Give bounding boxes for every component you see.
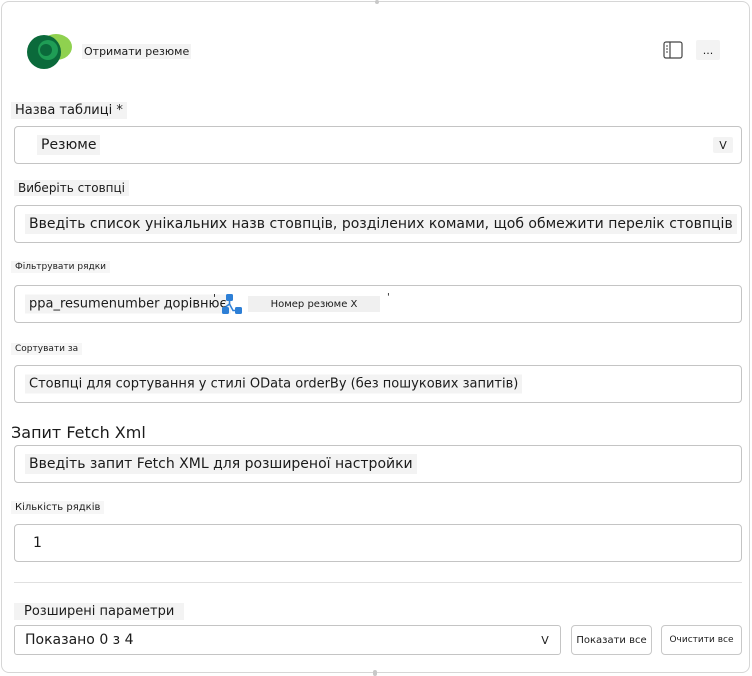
quote-open: ' [213,292,217,305]
advanced-params-label: Розширені параметри [14,603,185,620]
row-count-label: Кількість рядків [11,501,105,514]
table-name-select[interactable]: Резюме V [14,126,742,164]
filter-rows-input[interactable]: ppa_resumenumber дорівнює ' Номер резюме… [14,285,742,323]
sort-by-placeholder: Стовпці для сортування у стилі OData ord… [25,374,523,394]
fetch-xml-input[interactable]: Введіть запит Fetch XML для розширеної н… [14,445,742,483]
action-card: Отримати резюме ... Назва таблиці * Резю… [1,0,750,673]
panel-toggle-icon[interactable] [662,40,684,60]
dynamic-token-resume-number[interactable]: Номер резюме X [248,296,380,312]
top-connector [375,0,379,4]
fetch-xml-placeholder: Введіть запит Fetch XML для розширеної н… [25,454,417,474]
chevron-down-icon[interactable]: V [537,632,553,648]
dataverse-logo-icon [27,34,72,69]
bottom-connector [373,670,377,676]
filter-rows-label: Фільтрувати рядки [11,261,110,273]
sort-by-label: Сортувати за [11,343,83,355]
chevron-down-icon[interactable]: V [713,137,733,153]
select-columns-label: Виберіть стовпці [14,180,129,196]
dataverse-token-icon [222,294,242,314]
more-options-button[interactable]: ... [696,40,720,60]
sort-by-input[interactable]: Стовпці для сортування у стилі OData ord… [14,365,742,403]
divider [14,582,742,583]
advanced-shown-count: Показано 0 з 4 [25,632,134,648]
table-name-label: Назва таблиці * [11,102,127,119]
show-all-button[interactable]: Показати все [571,625,652,655]
clear-all-button[interactable]: Очистити все [661,625,742,655]
row-count-value: 1 [33,535,42,551]
table-name-value: Резюме [37,135,101,155]
row-count-input[interactable]: 1 [14,524,742,562]
action-title: Отримати резюме [82,44,192,59]
advanced-params-select[interactable]: Показано 0 з 4 V [14,625,561,655]
quote-close: ' [387,292,390,303]
select-columns-input[interactable]: Введіть список унікальних назв стовпців,… [14,205,742,243]
fetch-xml-label: Запит Fetch Xml [11,423,146,442]
filter-expression-text: ppa_resumenumber дорівнює [25,294,231,314]
select-columns-placeholder: Введіть список унікальних назв стовпців,… [25,214,737,234]
